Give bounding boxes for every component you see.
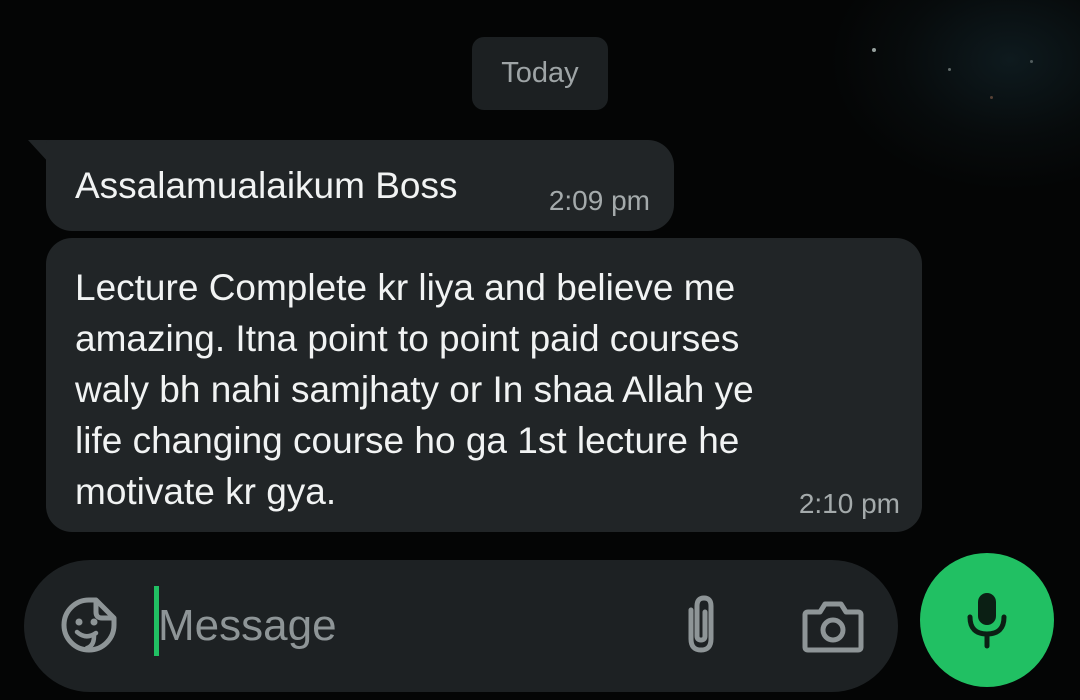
message-text-line: waly bh nahi samjhaty or In shaa Allah y… — [75, 369, 754, 410]
message-composer — [24, 560, 898, 692]
message-text-line: amazing. Itna point to point paid course… — [75, 318, 740, 359]
message-bubble-incoming[interactable]: Assalamualaikum Boss 2:09 pm — [46, 140, 674, 231]
message-input[interactable] — [158, 590, 628, 662]
message-text-line: motivate kr gya. — [75, 471, 337, 512]
wallpaper-speck — [1030, 60, 1033, 63]
paperclip-icon[interactable] — [674, 592, 728, 658]
message-text: Lecture Complete kr liya and believe me … — [75, 262, 875, 517]
voice-message-button[interactable] — [920, 553, 1054, 687]
microphone-icon — [965, 590, 1009, 650]
date-separator-label: Today — [501, 57, 579, 89]
camera-icon[interactable] — [800, 596, 866, 656]
message-text-line: life changing course ho ga 1st lecture h… — [75, 420, 740, 461]
message-timestamp: 2:09 pm — [548, 185, 650, 216]
message-bubble-incoming[interactable]: Lecture Complete kr liya and believe me … — [46, 238, 922, 532]
date-separator: Today — [472, 37, 608, 110]
chat-screen: Today Assalamualaikum Boss 2:09 pm Lectu… — [0, 0, 1080, 700]
wallpaper-speck — [990, 96, 993, 99]
message-timestamp: 2:10 pm — [798, 488, 900, 519]
message-text: Assalamualaikum Boss — [75, 165, 458, 206]
wallpaper-speck — [872, 48, 876, 52]
wallpaper-speck — [948, 68, 951, 71]
message-text-line: Lecture Complete kr liya and believe me — [75, 267, 736, 308]
sticker-emoji-icon[interactable] — [60, 596, 118, 654]
